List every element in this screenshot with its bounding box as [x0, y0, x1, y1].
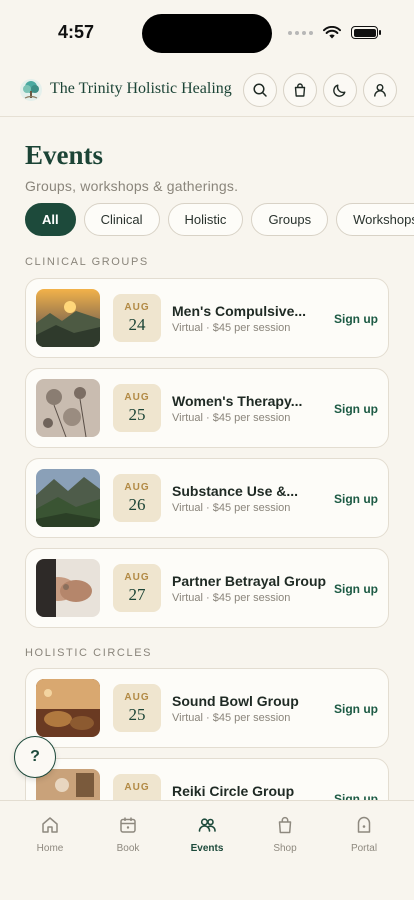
event-title: Women's Therapy... [172, 393, 303, 409]
event-card[interactable]: AUG Reiki Circle Group Sign up [25, 758, 389, 800]
tab-label: Events [190, 843, 224, 854]
event-meta: Virtual · $45 per session [172, 502, 291, 514]
events-list[interactable]: CLINICAL GROUPS AUG 24 Men's Compulsive.… [0, 244, 414, 800]
search-button[interactable] [243, 73, 277, 107]
status-icons [288, 26, 381, 39]
section-label-holistic: HOLISTIC CIRCLES [25, 647, 153, 659]
status-time: 4:57 [58, 22, 95, 42]
event-card[interactable]: AUG 24 Men's Compulsive... Virtual · $45… [25, 278, 389, 358]
date-month: AUG [124, 572, 150, 583]
filter-chip-clinical[interactable]: Clinical [83, 203, 160, 236]
event-thumbnail [36, 679, 100, 737]
filter-chip-holistic[interactable]: Holistic [167, 203, 244, 236]
date-day: 27 [128, 585, 146, 604]
sign-up-link[interactable]: Sign up [334, 702, 378, 716]
section-label-clinical: CLINICAL GROUPS [25, 256, 149, 268]
date-badge: AUG 25 [113, 384, 161, 432]
calendar-icon [120, 817, 136, 833]
tab-label: Home [36, 843, 64, 854]
event-title: Substance Use &... [172, 483, 299, 499]
home-icon [42, 817, 58, 833]
event-title: Reiki Circle Group [172, 783, 295, 799]
event-card[interactable]: AUG 25 Sound Bowl Group Virtual · $45 pe… [25, 668, 389, 748]
date-month: AUG [124, 782, 150, 793]
filter-chip-all[interactable]: All [25, 203, 76, 236]
sign-up-link[interactable]: Sign up [334, 312, 378, 326]
moon-icon [333, 84, 346, 97]
user-icon [374, 84, 386, 97]
date-day: 25 [128, 705, 146, 724]
tab-shop[interactable]: Shop [250, 815, 320, 854]
date-day: 26 [128, 495, 146, 514]
date-month: AUG [124, 302, 150, 313]
app-header: The Trinity Holistic Healing [0, 70, 414, 112]
event-thumbnail [36, 469, 100, 527]
filter-chip-groups[interactable]: Groups [251, 203, 329, 236]
event-card[interactable]: AUG 26 Substance Use &... Virtual · $45 … [25, 458, 389, 538]
tab-label: Portal [350, 843, 378, 854]
date-badge: AUG 25 [113, 684, 161, 732]
event-title: Sound Bowl Group [172, 693, 299, 709]
bag-icon [278, 816, 292, 834]
account-button[interactable] [363, 73, 397, 107]
event-meta: Virtual · $45 per session [172, 322, 291, 334]
sign-up-link[interactable]: Sign up [334, 792, 378, 800]
event-meta: Virtual · $45 per session [172, 592, 291, 604]
date-badge: AUG 27 [113, 564, 161, 612]
date-badge: AUG [113, 774, 161, 800]
tab-label: Book [116, 843, 140, 854]
event-thumbnail [36, 289, 100, 347]
sign-up-link[interactable]: Sign up [334, 492, 378, 506]
tab-label: Shop [273, 843, 297, 854]
date-month: AUG [124, 692, 150, 703]
date-month: AUG [124, 392, 150, 403]
date-badge: AUG 26 [113, 474, 161, 522]
tab-home[interactable]: Home [15, 815, 85, 854]
date-badge: AUG 24 [113, 294, 161, 342]
signal-icon [288, 30, 313, 35]
search-icon [253, 83, 267, 97]
wifi-icon [323, 26, 341, 39]
event-title: Men's Compulsive... [172, 303, 307, 319]
event-title: Partner Betrayal Group [172, 573, 327, 589]
date-day: 25 [128, 405, 146, 424]
filter-chips: All Clinical Holistic Groups Workshops [25, 203, 414, 236]
dark-mode-toggle[interactable] [323, 73, 357, 107]
filter-chip-workshops[interactable]: Workshops [336, 203, 414, 236]
tab-events[interactable]: Events [172, 815, 242, 854]
event-meta: Virtual · $45 per session [172, 412, 291, 424]
header-divider [0, 116, 414, 117]
date-month: AUG [124, 482, 150, 493]
event-thumbnail [36, 559, 100, 617]
dynamic-island [142, 14, 272, 53]
cart-button[interactable] [283, 73, 317, 107]
page-title: Events [25, 140, 104, 170]
people-icon [198, 818, 216, 832]
brand-name: The Trinity Holistic Healing [50, 80, 232, 97]
status-bar: 4:57 [0, 0, 414, 64]
event-card[interactable]: AUG 27 Partner Betrayal Group Virtual · … [25, 548, 389, 628]
battery-icon [351, 26, 381, 39]
event-thumbnail [36, 379, 100, 437]
event-card[interactable]: AUG 25 Women's Therapy... Virtual · $45 … [25, 368, 389, 448]
help-button[interactable]: ? [14, 736, 56, 778]
event-meta: Virtual · $45 per session [172, 712, 291, 724]
logo-icon [20, 79, 42, 101]
date-day: 24 [128, 315, 146, 334]
tab-portal[interactable]: Portal [329, 815, 399, 854]
shopping-bag-icon [294, 83, 306, 97]
sign-up-link[interactable]: Sign up [334, 402, 378, 416]
sign-up-link[interactable]: Sign up [334, 582, 378, 596]
tab-bar: Home Book Events Shop Portal [0, 800, 414, 900]
tab-book[interactable]: Book [93, 815, 163, 854]
page-subtitle: Groups, workshops & gatherings. [25, 178, 239, 194]
lock-icon [357, 816, 371, 833]
